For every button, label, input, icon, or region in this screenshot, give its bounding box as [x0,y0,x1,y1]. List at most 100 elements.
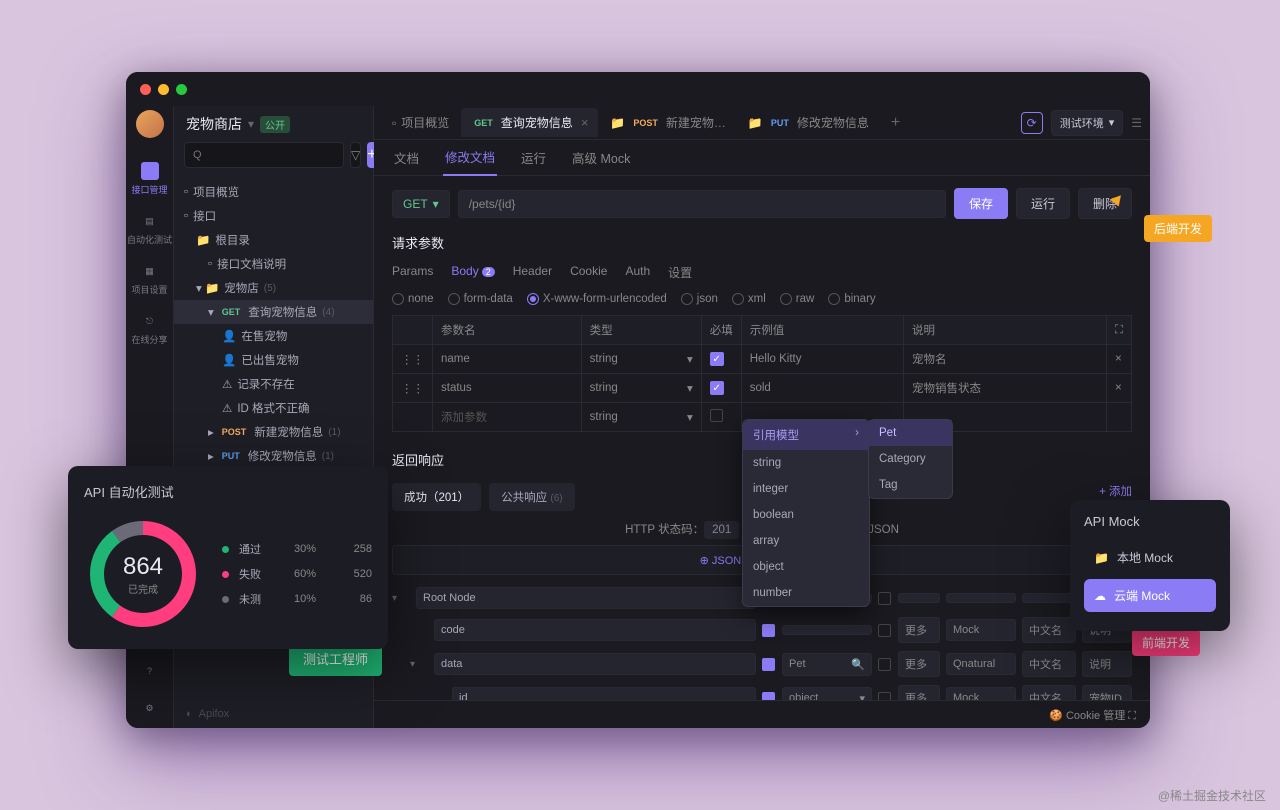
reqtab-body[interactable]: Body2 [451,260,494,285]
param-row-1[interactable]: ⋮⋮statusstring▾sold宠物销售状态× [393,374,1132,403]
tree-root-dir[interactable]: 📁 根目录 [174,228,373,252]
tree-doc[interactable]: ▫ 接口文档说明 [174,252,373,276]
tree-item-2[interactable]: 👤 已出售宠物 [174,348,373,372]
rail-settings[interactable]: ▦项目设置 [126,254,174,304]
refresh-button[interactable]: ⟳ [1021,112,1043,134]
mock-local[interactable]: 📁 本地 Mock [1084,541,1216,574]
reqtab-settings[interactable]: 设置 [668,260,692,285]
tab-put-pet[interactable]: 📁PUT修改宠物信息 [738,108,879,137]
model-dropdown[interactable]: Pet Category Tag [868,419,953,499]
brand-footer: ◐ Apifox [174,700,373,728]
share-icon: ⎋ [141,312,159,330]
close-dot[interactable] [140,84,151,95]
mock-card: API Mock 📁 本地 Mock ☁ 云端 Mock [1070,500,1230,631]
radio-urlencoded[interactable]: X-www-form-urlencoded [527,293,667,305]
tab-post-pet[interactable]: 📁POST新建宠物… [600,108,735,137]
rail-api-mgmt[interactable]: 接口管理 [126,154,174,204]
tree-item-1[interactable]: 👤 在售宠物 [174,324,373,348]
rail-gear[interactable]: ⚙ [126,691,174,728]
env-select[interactable]: 测试环境 ▾ [1051,110,1124,136]
schema-row-2[interactable]: ▾Pet🔍更多Qnatural中文名说明 [392,647,1132,681]
mock-title: API Mock [1084,514,1216,529]
type-opt-array[interactable]: array [743,528,869,554]
url-input[interactable]: /pets/{id} [458,190,946,218]
reqtab-header[interactable]: Header [513,260,552,285]
tree-item-6[interactable]: ▸ PUT修改宠物信息(1) [174,444,373,468]
radio-json[interactable]: json [681,293,718,305]
save-button[interactable]: 保存 [954,188,1008,219]
stats-card: API 自动化测试 864已完成 通过30%258 失败60%520 未测10%… [68,466,388,649]
subtab-doc[interactable]: 文档 [392,140,421,175]
schema-row-1[interactable]: 更多Mock中文名说明 [392,613,1132,647]
search-input[interactable] [184,142,344,168]
request-title: 请求参数 [392,233,1132,252]
tab-add[interactable]: + [881,108,910,138]
radio-none[interactable]: none [392,293,434,305]
cookie-mgmt[interactable]: 🍪 Cookie 管理 ⛶ [1049,707,1136,723]
filter-button[interactable]: ▽ [350,142,361,168]
donut-chart: 864已完成 [84,515,202,633]
model-opt-category[interactable]: Category [869,446,952,472]
radio-formdata[interactable]: form-data [448,293,513,305]
radio-binary[interactable]: binary [828,293,875,305]
tree-item-0[interactable]: ▾ GET查询宠物信息(4) [174,300,373,324]
max-dot[interactable] [176,84,187,95]
tree-item-5[interactable]: ▸ POST新建宠物信息(1) [174,420,373,444]
callout-frontend: 前端开发 [1132,629,1200,656]
type-opt-number[interactable]: number [743,580,869,606]
run-button[interactable]: 运行 [1016,188,1070,219]
footer-bar: 🍪 Cookie 管理 ⛶ [374,700,1150,728]
subtabs: 文档 修改文档 运行 高级 Mock [374,140,1150,176]
window-controls [140,84,187,95]
stats-legend: 通过30%258 失败60%520 未测10%86 [222,532,372,616]
test-icon: ▤ [141,212,159,230]
gear-icon: ⚙ [141,699,159,717]
type-opt-boolean[interactable]: boolean [743,502,869,528]
type-opt-integer[interactable]: integer [743,476,869,502]
close-icon[interactable]: × [581,115,589,130]
type-dropdown[interactable]: 引用模型› string integer boolean array objec… [742,419,870,607]
rail-autotest[interactable]: ▤自动化测试 [126,204,174,254]
method-select[interactable]: GET ▾ [392,190,450,218]
radio-xml[interactable]: xml [732,293,766,305]
reqtab-params[interactable]: Params [392,260,433,285]
tree-overview[interactable]: ▫ 项目概览 [174,180,373,204]
tab-overview[interactable]: ▫ 项目概览 [382,108,459,137]
param-row-0[interactable]: ⋮⋮namestring▾Hello Kitty宠物名× [393,345,1132,374]
resptab-common[interactable]: 公共响应 (6) [489,483,574,511]
tab-bar: ▫ 项目概览 GET查询宠物信息× 📁POST新建宠物… 📁PUT修改宠物信息 … [374,106,1150,140]
type-opt-object[interactable]: object [743,554,869,580]
min-dot[interactable] [158,84,169,95]
tree-shop[interactable]: ▾ 📁 宠物店 (5) [174,276,373,300]
tree-item-4[interactable]: ⚠ ID 格式不正确 [174,396,373,420]
reqtab-auth[interactable]: Auth [625,260,650,285]
rail-help[interactable]: ? [126,654,174,691]
menu-icon[interactable]: ☰ [1131,116,1142,130]
mock-cloud[interactable]: ☁ 云端 Mock [1084,579,1216,612]
avatar[interactable] [136,110,164,138]
watermark: @稀土掘金技术社区 [1158,787,1266,804]
tab-get-pet[interactable]: GET查询宠物信息× [461,108,598,137]
subtab-mock[interactable]: 高级 Mock [570,140,632,175]
model-opt-tag[interactable]: Tag [869,472,952,498]
tree-item-3[interactable]: ⚠ 记录不存在 [174,372,373,396]
type-opt-string[interactable]: string [743,450,869,476]
resptab-success[interactable]: 成功（201） [392,483,481,511]
radio-raw[interactable]: raw [780,293,815,305]
project-header[interactable]: 宠物商店 ▾ 公开 [174,106,373,142]
model-opt-pet[interactable]: Pet [869,420,952,446]
subtab-run[interactable]: 运行 [519,140,548,175]
rail-share[interactable]: ⎋在线分享 [126,304,174,354]
api-icon [141,162,159,180]
params-table: 参数名类型必填示例值说明⛶ ⋮⋮namestring▾Hello Kitty宠物… [392,315,1132,432]
reqtab-cookie[interactable]: Cookie [570,260,607,285]
tree-api[interactable]: ▫ 接口 [174,204,373,228]
body-type-row: none form-data X-www-form-urlencoded jso… [392,293,1132,305]
project-tag: 公开 [260,116,290,133]
schema-row-3[interactable]: object▾更多Mock中文名宠物ID [392,681,1132,700]
stats-title: API 自动化测试 [84,482,372,501]
subtab-edit[interactable]: 修改文档 [443,139,497,176]
callout-backend: 后端开发 [1144,215,1212,242]
gear-icon: ▦ [141,262,159,280]
project-title: 宠物商店 [186,114,242,134]
